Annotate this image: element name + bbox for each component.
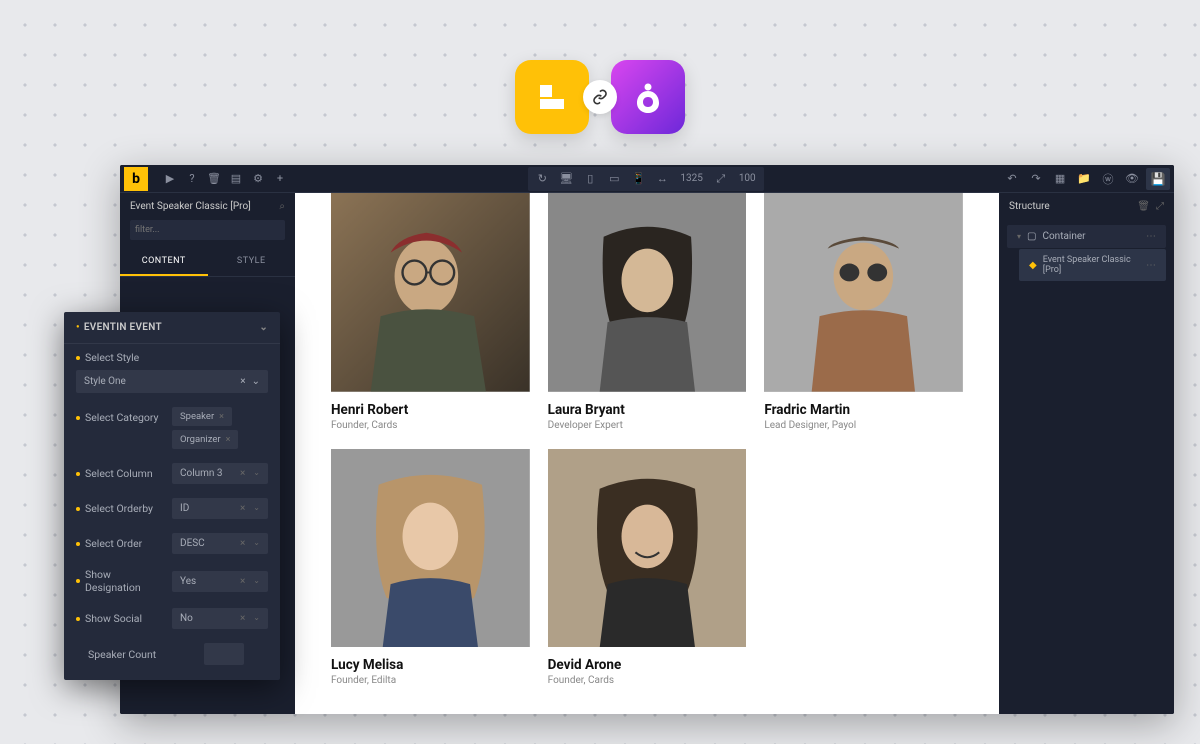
tab-content[interactable]: CONTENT bbox=[120, 248, 208, 276]
speaker-role: Founder, Edilta bbox=[331, 675, 530, 686]
speaker-grid: Henri Robert Founder, Cards Laura Bryant… bbox=[295, 193, 999, 686]
speaker-photo bbox=[331, 449, 530, 648]
panel-title: Event Speaker Classic [Pro] bbox=[130, 201, 251, 212]
select-orderby[interactable]: ID×⌄ bbox=[172, 498, 268, 519]
mobile-icon[interactable]: 📱 bbox=[628, 169, 648, 189]
speaker-photo bbox=[548, 193, 747, 392]
desktop-icon[interactable]: 🖥 bbox=[556, 169, 576, 189]
eventin-logo bbox=[611, 60, 685, 134]
more-icon[interactable]: ⋯ bbox=[1146, 231, 1156, 242]
select-style[interactable]: Style One ×⌄ bbox=[76, 370, 268, 393]
page-icon[interactable]: ▤ bbox=[226, 169, 246, 189]
width-icon[interactable]: ↔ bbox=[652, 169, 672, 189]
chevron-down-icon: ⌄ bbox=[259, 322, 268, 333]
speaker-card: Devid Arone Founder, Cards bbox=[548, 449, 747, 687]
structure-title: Structure bbox=[1009, 201, 1050, 212]
help-icon[interactable]: ? bbox=[182, 169, 202, 189]
widget-icon: ◆ bbox=[1029, 260, 1037, 271]
wordpress-icon[interactable]: ⓦ bbox=[1098, 169, 1118, 189]
speaker-card: Henri Robert Founder, Cards bbox=[331, 193, 530, 431]
canvas[interactable]: Henri Robert Founder, Cards Laura Bryant… bbox=[295, 193, 999, 714]
speaker-card: Laura Bryant Developer Expert bbox=[548, 193, 747, 431]
select-designation[interactable]: Yes×⌄ bbox=[172, 571, 268, 592]
logo-connector bbox=[515, 60, 685, 134]
speaker-name: Laura Bryant bbox=[548, 402, 747, 418]
settings-panel: •EVENTIN EVENT ⌄ Select Style Style One … bbox=[64, 312, 280, 680]
expand-icon[interactable]: ⤢ bbox=[1156, 201, 1164, 212]
speaker-role: Founder, Cards bbox=[331, 420, 530, 431]
speaker-photo bbox=[548, 449, 747, 648]
select-column[interactable]: Column 3×⌄ bbox=[172, 463, 268, 484]
save-button[interactable]: 💾 bbox=[1146, 168, 1170, 190]
zoom-icon[interactable]: ⤢ bbox=[711, 169, 731, 189]
toolbar: b ▶ ? 🗑 ▤ ⚙ + ↻ 🖥 ▯ ▭ 📱 ↔ 1325 ⤢ 100 ↶ ↷… bbox=[120, 165, 1174, 193]
speaker-card: Lucy Melisa Founder, Edilta bbox=[331, 449, 530, 687]
speaker-photo bbox=[331, 193, 530, 392]
bricks-logo bbox=[515, 60, 589, 134]
responsive-controls: ↻ 🖥 ▯ ▭ 📱 ↔ 1325 ⤢ 100 bbox=[528, 167, 763, 191]
speaker-name: Henri Robert bbox=[331, 402, 530, 418]
container-icon: ▢ bbox=[1027, 231, 1036, 242]
tab-style[interactable]: STYLE bbox=[208, 248, 296, 276]
speaker-role: Lead Designer, Payol bbox=[764, 420, 963, 431]
search-input[interactable] bbox=[130, 220, 285, 240]
canvas-scale: 100 bbox=[735, 173, 760, 184]
panel-tabs: CONTENT STYLE bbox=[120, 248, 295, 277]
tag-organizer[interactable]: Organizer× bbox=[172, 430, 238, 449]
speaker-role: Developer Expert bbox=[548, 420, 747, 431]
gear-icon[interactable]: ⚙ bbox=[248, 169, 268, 189]
more-icon[interactable]: ⋯ bbox=[1146, 260, 1156, 271]
trash-icon[interactable]: 🗑 bbox=[204, 169, 224, 189]
speaker-photo bbox=[764, 193, 963, 392]
speaker-name: Lucy Melisa bbox=[331, 657, 530, 673]
redo-icon[interactable]: ↷ bbox=[1026, 169, 1046, 189]
layers-icon[interactable]: ▦ bbox=[1050, 169, 1070, 189]
speaker-name: Fradric Martin bbox=[764, 402, 963, 418]
trash-icon[interactable]: 🗑 bbox=[1137, 201, 1150, 212]
select-order[interactable]: DESC×⌄ bbox=[172, 533, 268, 554]
refresh-icon[interactable]: ↻ bbox=[532, 169, 552, 189]
accordion-header[interactable]: •EVENTIN EVENT ⌄ bbox=[64, 312, 280, 344]
tablet-icon[interactable]: ▯ bbox=[580, 169, 600, 189]
preview-icon[interactable]: 👁 bbox=[1122, 169, 1142, 189]
select-social[interactable]: No×⌄ bbox=[172, 608, 268, 629]
canvas-width: 1325 bbox=[676, 173, 706, 184]
structure-item-widget[interactable]: ◆ Event Speaker Classic [Pro] ⋯ bbox=[1019, 249, 1166, 281]
speaker-count-input[interactable] bbox=[204, 643, 244, 665]
speaker-role: Founder, Cards bbox=[548, 675, 747, 686]
right-panel: Structure 🗑 ⤢ ▾ ▢ Container ⋯ ◆ Event Sp… bbox=[999, 193, 1174, 714]
folder-icon[interactable]: 📁 bbox=[1074, 169, 1094, 189]
tablet-landscape-icon[interactable]: ▭ bbox=[604, 169, 624, 189]
speaker-card: Fradric Martin Lead Designer, Payol bbox=[764, 193, 963, 431]
play-icon[interactable]: ▶ bbox=[160, 169, 180, 189]
structure-item-container[interactable]: ▾ ▢ Container ⋯ bbox=[1007, 225, 1166, 248]
remove-tag-icon[interactable]: × bbox=[219, 412, 224, 422]
add-icon[interactable]: + bbox=[270, 169, 290, 189]
remove-tag-icon[interactable]: × bbox=[226, 435, 231, 445]
undo-icon[interactable]: ↶ bbox=[1002, 169, 1022, 189]
speaker-name: Devid Arone bbox=[548, 657, 747, 673]
app-logo[interactable]: b bbox=[124, 167, 148, 191]
tag-speaker[interactable]: Speaker× bbox=[172, 407, 232, 426]
link-icon bbox=[583, 80, 617, 114]
search-icon[interactable]: ⌕ bbox=[279, 201, 285, 212]
